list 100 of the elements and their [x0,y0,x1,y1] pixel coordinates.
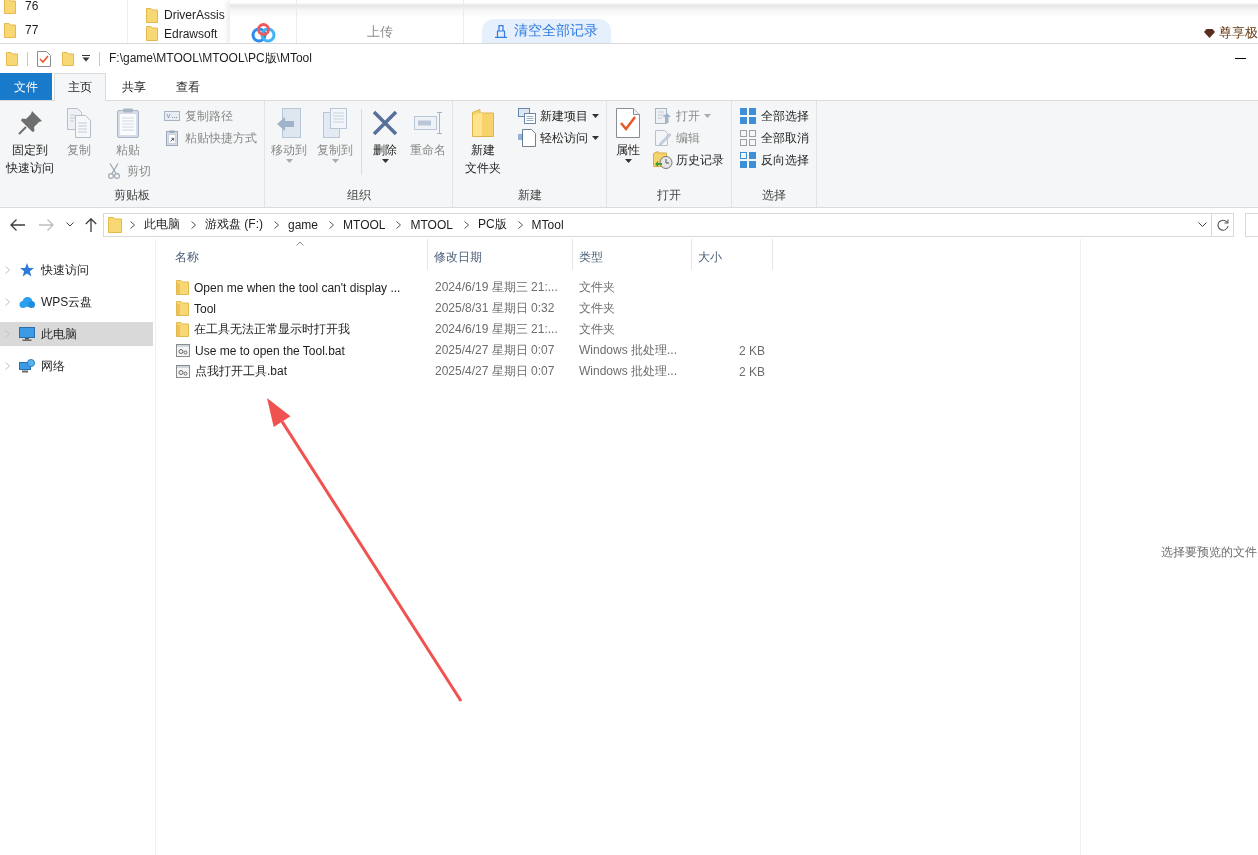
clear-records-button[interactable]: 清空全部记录 [482,19,611,43]
column-header[interactable]: 修改日期 [428,239,573,270]
column-header[interactable]: 大小 [692,239,773,270]
breadcrumb-item[interactable]: 游戏盘 (F:) [202,214,266,235]
paste-shortcut-icon [166,130,178,146]
search-field[interactable] [1245,212,1258,237]
folder-icon [146,7,158,23]
star-icon [20,263,34,277]
date-cell-text: 2024/6/19 星期三 21:... [434,321,559,338]
ribbon-button[interactable]: 全部选择 [736,105,812,127]
clipboard-icon [117,108,139,138]
date-cell-text: 2025/4/27 星期日 0:07 [434,363,556,380]
column-header[interactable]: 类型 [573,239,692,270]
type-cell-text: 文件夹 [578,321,616,338]
folder-label[interactable]: DriverAssis [164,8,225,23]
folder-label[interactable]: 76 [25,0,39,13]
ribbon-button[interactable]: 历史记录 [651,149,727,171]
delete-icon [372,110,398,136]
pushpin-icon [18,111,42,135]
breadcrumb-item[interactable]: MTOOL [407,214,456,235]
copy-to-icon [323,108,347,138]
file-name[interactable]: 点我打开工具.bat [195,363,287,380]
folder-icon [4,22,16,38]
breadcrumb-item[interactable]: MTool [528,214,567,235]
ribbon-button[interactable]: 新建项目 [515,105,602,127]
chevron-down-icon [66,222,74,227]
expand-chevron-icon[interactable] [5,362,10,370]
column-header[interactable]: 名称 [172,239,428,270]
arrow-left-icon [9,218,25,231]
expand-chevron-icon[interactable] [5,298,10,306]
vip-label[interactable]: 尊享极 [1219,24,1258,42]
file-name[interactable]: Open me when the tool can't display ... [194,280,401,295]
folder-icon[interactable] [62,51,74,66]
size-cell-text: 2 KB [738,343,766,358]
select-all-icon [740,108,756,124]
ribbon-button[interactable]: 新建文件夹 [457,105,509,178]
group-label: 打开 [656,187,682,204]
batch-file-icon [176,365,190,378]
breadcrumb-item[interactable]: MTOOL [340,214,389,235]
copy-path-icon [164,111,180,121]
ribbon-button[interactable]: 属性 [611,105,645,164]
file-name[interactable]: Use me to open the Tool.bat [195,343,345,358]
new-item-icon [518,108,536,124]
address-field[interactable]: 此电脑 游戏盘 (F:) game MTOOL MTOOL PC版 MTool [103,212,1212,237]
folder-icon [176,280,189,295]
type-cell-text: 文件夹 [578,279,616,296]
invert-selection-icon [740,152,756,168]
chevron-right-icon [396,220,402,229]
date-cell-text: 2025/8/31 星期日 0:32 [434,300,556,317]
folder-label[interactable]: Edrawsoft [164,26,218,41]
refresh-icon [1216,218,1229,231]
ribbon-button[interactable]: 轻松访问 [515,127,602,149]
group-label: 选择 [761,187,787,204]
ribbon-button[interactable]: 反向选择 [736,149,812,171]
properties-icon [616,108,640,138]
select-none-icon [740,130,756,146]
folder-icon [146,26,158,42]
tab-label[interactable]: 上传 [367,23,393,43]
clear-icon [495,24,507,38]
ribbon-tab[interactable]: 查看 [162,73,214,100]
group-label: 新建 [516,187,543,204]
file-name[interactable]: Tool [194,301,216,316]
batch-file-icon [176,344,190,357]
size-cell-text: 2 KB [738,364,766,379]
ribbon-button[interactable]: 全部取消 [736,127,812,149]
ribbon-tab[interactable]: 主页 [54,73,106,101]
ribbon-tab[interactable]: 共享 [108,73,160,100]
preview-message: 选择要预览的文件 [1161,543,1257,561]
folder-icon[interactable] [6,51,18,66]
type-cell-text: 文件夹 [578,300,616,317]
monitor-icon [19,327,35,341]
open-icon [655,108,671,124]
chevron-right-icon [329,220,335,229]
chevron-right-icon [130,220,135,229]
expand-chevron-icon[interactable] [5,266,10,274]
dropdown-icon[interactable] [82,55,90,62]
ribbon-button[interactable]: 删除 [368,105,402,164]
network-icon [19,359,35,373]
chevron-right-icon [463,220,469,229]
chevron-right-icon [274,220,279,229]
scissors-icon [108,163,120,179]
date-cell-text: 2024/6/19 星期三 21:... [434,279,559,296]
properties-icon[interactable] [37,50,51,67]
nav-item[interactable]: 网络 [0,354,153,378]
nav-item[interactable]: 快速访问 [0,258,153,282]
date-cell-text: 2025/4/27 星期日 0:07 [434,342,556,359]
nav-item[interactable]: WPS云盘 [0,290,153,314]
breadcrumb-item[interactable]: PC版 [474,214,510,235]
chevron-right-icon [191,220,196,229]
ribbon-button[interactable]: 固定到快速访问 [4,105,56,178]
breadcrumb-item[interactable]: 此电脑 [141,214,183,235]
gem-icon [1204,28,1215,38]
breadcrumb-item[interactable]: game [285,214,322,235]
file-tab[interactable]: 文件 [0,73,52,100]
refresh-button[interactable] [1212,212,1234,237]
arrow-up-icon [85,217,97,232]
folder-label[interactable]: 77 [25,23,39,37]
history-icon [653,151,673,169]
file-name[interactable]: 在工具无法正常显示时打开我 [194,321,350,338]
nav-item[interactable]: 此电脑 [0,322,153,346]
